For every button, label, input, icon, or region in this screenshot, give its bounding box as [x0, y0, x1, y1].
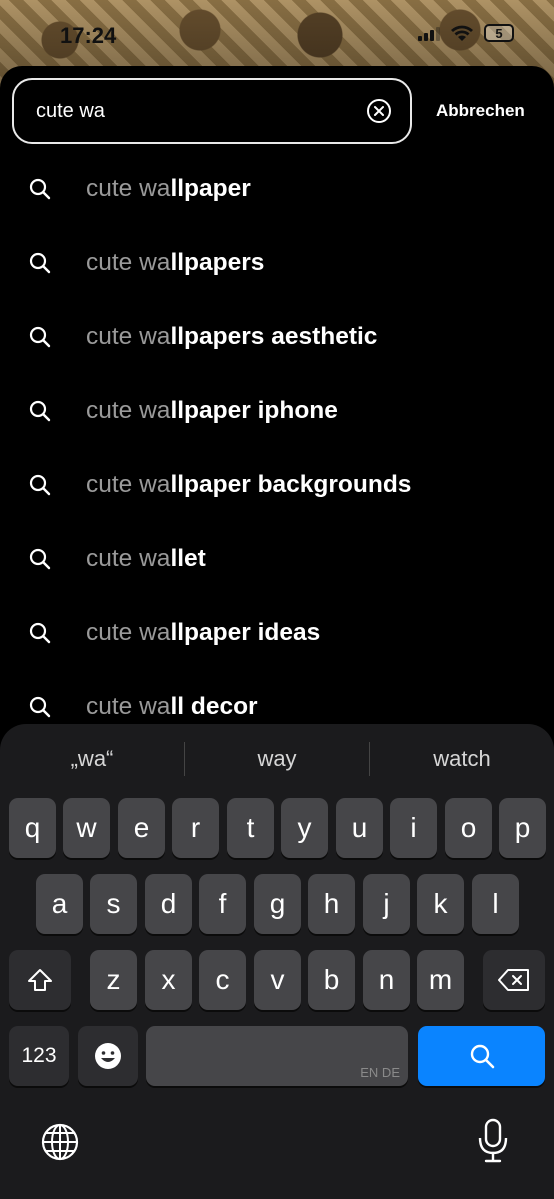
suggestion-text: cute wallpaper ideas — [86, 619, 321, 646]
suggestion-text: cute wallpaper backgrounds — [86, 471, 412, 498]
key-n[interactable]: n — [363, 950, 410, 1010]
key-q[interactable]: q — [9, 798, 56, 858]
key-r[interactable]: r — [172, 798, 219, 858]
suggestion-text: cute wallpapers aesthetic — [86, 323, 378, 350]
suggestion-text: cute wallpaper — [86, 175, 251, 202]
key-f[interactable]: f — [199, 874, 246, 934]
search-input-value: cute wa — [36, 99, 105, 122]
suggestion-item[interactable]: cute wallpaper iphone — [0, 374, 554, 448]
key-l[interactable]: l — [472, 874, 519, 934]
status-icons: 5 — [418, 24, 514, 42]
search-icon — [29, 252, 51, 274]
suggestion-item[interactable]: cute wallet — [0, 522, 554, 596]
cellular-signal-icon — [418, 25, 440, 41]
key-s[interactable]: s — [90, 874, 137, 934]
key-e[interactable]: e — [118, 798, 165, 858]
backspace-key[interactable] — [483, 950, 545, 1010]
cancel-button[interactable]: Abbrechen — [436, 101, 525, 121]
shift-icon — [28, 969, 52, 991]
battery-icon: 5 — [484, 24, 514, 42]
key-d[interactable]: d — [145, 874, 192, 934]
key-w[interactable]: w — [63, 798, 110, 858]
key-u[interactable]: u — [336, 798, 383, 858]
backspace-icon — [498, 969, 529, 991]
shift-key[interactable] — [9, 950, 71, 1010]
suggestion-item[interactable]: cute wallpaper ideas — [0, 596, 554, 670]
key-o[interactable]: o — [445, 798, 492, 858]
clear-search-icon[interactable] — [366, 98, 392, 124]
search-icon — [29, 696, 51, 718]
suggestion-list: cute wallpaper cute wallpapers cute wall… — [0, 152, 554, 744]
space-language-label: EN DE — [360, 1065, 400, 1080]
key-z[interactable]: z — [90, 950, 137, 1010]
numbers-key[interactable]: 123 — [9, 1026, 69, 1086]
prediction-item[interactable]: way — [185, 746, 369, 772]
search-icon — [470, 1044, 494, 1069]
prediction-bar: „wa“ way watch — [0, 736, 554, 782]
suggestion-item[interactable]: cute wallpaper backgrounds — [0, 448, 554, 522]
keyboard: „wa“ way watch q w e r t y u i o p a s d… — [0, 724, 554, 1199]
suggestion-item[interactable]: cute wallpapers aesthetic — [0, 300, 554, 374]
key-g[interactable]: g — [254, 874, 301, 934]
emoji-key[interactable] — [78, 1026, 138, 1086]
key-t[interactable]: t — [227, 798, 274, 858]
key-v[interactable]: v — [254, 950, 301, 1010]
space-key[interactable]: EN DE — [146, 1026, 408, 1086]
microphone-icon[interactable] — [476, 1118, 510, 1164]
key-b[interactable]: b — [308, 950, 355, 1010]
emoji-icon — [95, 1043, 121, 1069]
key-m[interactable]: m — [417, 950, 464, 1010]
search-icon — [29, 400, 51, 422]
key-a[interactable]: a — [36, 874, 83, 934]
search-key[interactable] — [418, 1026, 545, 1086]
search-icon — [29, 326, 51, 348]
key-c[interactable]: c — [199, 950, 246, 1010]
search-row: cute wa Abbrechen — [12, 78, 554, 144]
search-icon — [29, 548, 51, 570]
search-icon — [29, 474, 51, 496]
key-j[interactable]: j — [363, 874, 410, 934]
key-h[interactable]: h — [308, 874, 355, 934]
suggestion-text: cute wallpapers — [86, 249, 265, 276]
suggestion-item[interactable]: cute wallpapers — [0, 226, 554, 300]
search-icon — [29, 622, 51, 644]
wifi-icon — [451, 25, 473, 41]
prediction-item[interactable]: watch — [370, 746, 554, 772]
suggestion-text: cute wall decor — [86, 693, 258, 720]
key-y[interactable]: y — [281, 798, 328, 858]
search-input[interactable]: cute wa — [12, 78, 412, 144]
key-i[interactable]: i — [390, 798, 437, 858]
status-bar: 17:24 5 — [0, 18, 554, 58]
key-k[interactable]: k — [417, 874, 464, 934]
key-p[interactable]: p — [499, 798, 546, 858]
key-x[interactable]: x — [145, 950, 192, 1010]
globe-icon[interactable] — [40, 1122, 80, 1162]
suggestion-text: cute wallet — [86, 545, 206, 572]
suggestion-text: cute wallpaper iphone — [86, 397, 338, 424]
status-time: 17:24 — [60, 23, 117, 48]
suggestion-item[interactable]: cute wallpaper — [0, 152, 554, 226]
battery-level: 5 — [495, 25, 503, 41]
search-icon — [29, 178, 51, 200]
prediction-item[interactable]: „wa“ — [0, 746, 184, 772]
